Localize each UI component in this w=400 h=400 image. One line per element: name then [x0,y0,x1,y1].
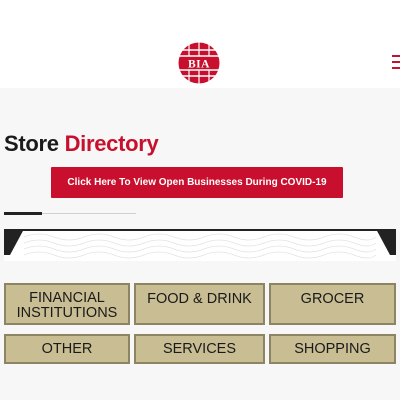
site-header: BIA [0,0,400,88]
title-accent-text: Directory [64,131,159,156]
category-shopping[interactable]: SHOPPING [269,334,396,364]
category-label: SHOPPING [294,340,371,357]
category-label: FOOD & DRINK [147,291,252,307]
bia-logo[interactable]: BIA [178,42,220,84]
category-label: OTHER [41,340,93,357]
category-label: SERVICES [162,340,237,357]
category-services[interactable]: SERVICES [134,334,265,364]
category-other[interactable]: OTHER [4,334,130,364]
title-text: Store [4,131,65,156]
category-label: GROCER [300,291,365,307]
hamburger-menu-icon[interactable] [392,55,400,71]
section-divider-accent [4,212,42,215]
category-label: FINANCIAL INSTITUTIONS [16,290,118,321]
category-grocer[interactable]: GROCER [269,283,396,325]
decorative-wave-banner [4,229,396,261]
category-food-drink[interactable]: FOOD & DRINK [134,283,265,325]
category-financial-institutions[interactable]: FINANCIAL INSTITUTIONS [4,283,130,325]
logo-text: BIA [188,59,210,71]
page-title: Store Directory [4,131,159,157]
covid-open-businesses-button[interactable]: Click Here To View Open Businesses Durin… [51,167,343,198]
